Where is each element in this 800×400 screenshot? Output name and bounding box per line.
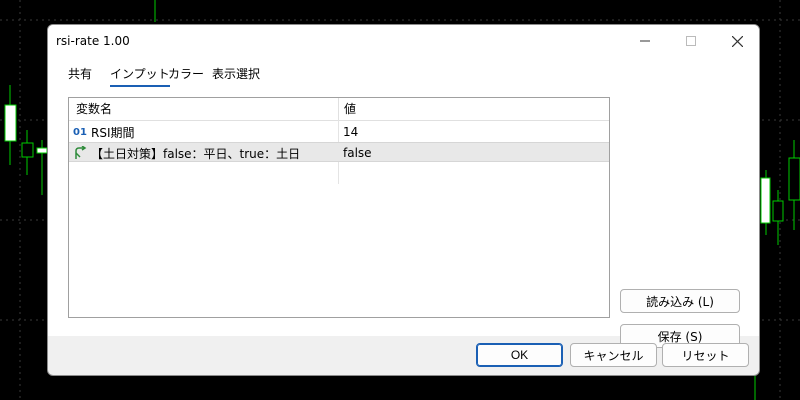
row-name: 【土日対策】false：平日、true：土日: [91, 146, 301, 161]
minimize-icon: [640, 40, 650, 42]
column-header-variable[interactable]: 変数名: [69, 98, 339, 120]
title-bar[interactable]: rsi-rate 1.00: [48, 25, 759, 57]
row-name-cell: 01 RSI期間: [73, 122, 335, 142]
ok-button[interactable]: OK: [476, 343, 563, 367]
tab-inputs[interactable]: インプット: [110, 65, 170, 87]
row-name-cell: 【土日対策】false：平日、true：土日: [73, 143, 335, 163]
row-name: RSI期間: [91, 125, 135, 140]
tab-colors[interactable]: カラー: [168, 65, 204, 85]
row-value[interactable]: 14: [343, 122, 358, 142]
column-header-value[interactable]: 値: [339, 98, 356, 120]
tab-common[interactable]: 共有: [68, 65, 92, 85]
table-row[interactable]: 01 RSI期間 14: [69, 122, 609, 142]
tab-visualization[interactable]: 表示選択: [212, 65, 260, 85]
table-header: 変数名 値: [69, 98, 609, 121]
close-icon: [731, 35, 743, 47]
reset-button[interactable]: リセット: [662, 343, 749, 367]
indicator-properties-dialog: rsi-rate 1.00 共有 インプット カラー 表示選択 変数名 値 01…: [47, 24, 760, 376]
cancel-button[interactable]: キャンセル: [570, 343, 657, 367]
integer-01-icon: 01: [73, 126, 87, 138]
window-title: rsi-rate 1.00: [56, 34, 130, 48]
minimize-button[interactable]: [622, 25, 668, 57]
inputs-table: 変数名 値 01 RSI期間 14 【土日対策】false：平日、true：土日…: [68, 97, 610, 318]
close-button[interactable]: [714, 25, 759, 57]
dialog-body: 共有 インプット カラー 表示選択 変数名 値 01 RSI期間 14 【土日対…: [48, 57, 759, 348]
maximize-icon: [686, 36, 696, 46]
load-button[interactable]: 読み込み (L): [620, 289, 740, 313]
enum-arrow-icon: [73, 146, 87, 160]
maximize-button[interactable]: [668, 25, 714, 57]
table-row[interactable]: 【土日対策】false：平日、true：土日 false: [69, 142, 609, 162]
row-value[interactable]: false: [343, 143, 372, 163]
